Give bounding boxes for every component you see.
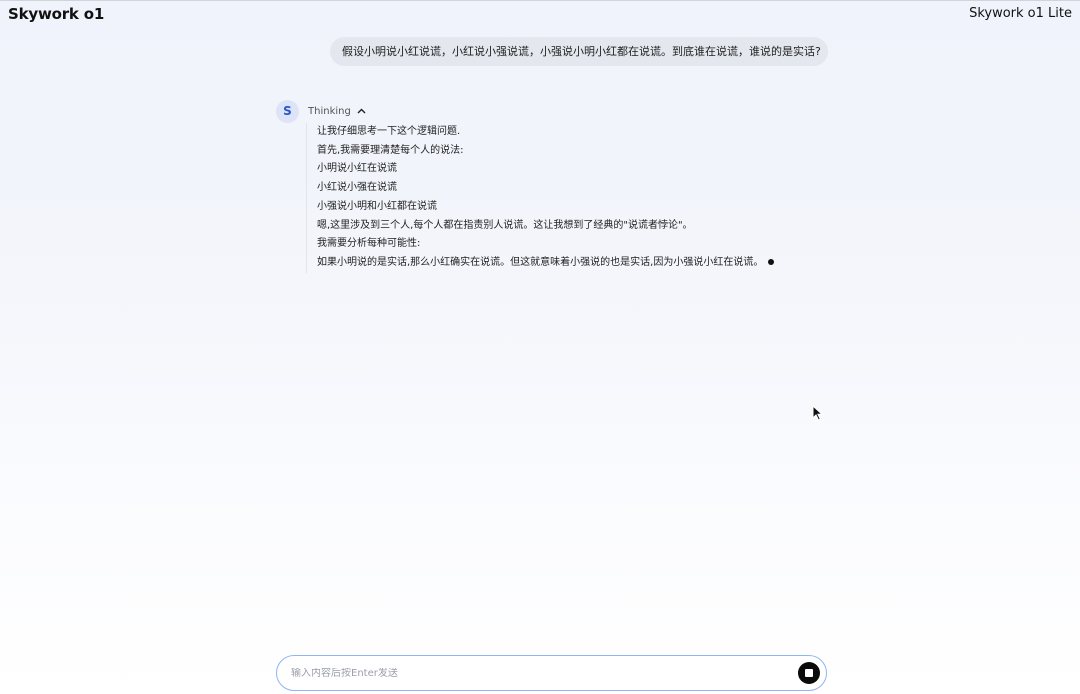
app-title: Skywork o1 [8, 5, 105, 23]
mouse-cursor-icon [812, 404, 824, 421]
chevron-up-icon [357, 106, 366, 117]
assistant-avatar: S [276, 100, 299, 123]
typing-indicator-icon [768, 258, 775, 265]
thinking-toggle[interactable]: Thinking [308, 104, 366, 118]
thinking-line: 我需要分析每种可能性: [317, 238, 421, 250]
thinking-line: 小强说小明和小红都在说谎 [317, 200, 437, 212]
model-label[interactable]: Skywork o1 Lite [969, 6, 1072, 21]
user-message-bubble: 假设小明说小红说谎，小红说小强说谎，小强说小明小红都在说谎。到底谁在说谎，谁说的… [330, 37, 828, 66]
thinking-line: 嗯,这里涉及到三个人,每个人都在指责别人说谎。这让我想到了经典的"说谎者悖论"。 [317, 219, 693, 231]
thinking-line: 小明说小红在说谎 [317, 163, 397, 175]
thinking-line: 让我仔细思考一下这个逻辑问题. [317, 126, 461, 137]
message-input[interactable] [291, 667, 798, 679]
stop-icon [805, 669, 813, 677]
thinking-line-text: 如果小明说的是实话,那么小红确实在说谎。但这就意味着小强说的也是实话,因为小强说… [317, 256, 764, 268]
thinking-line: 首先,我需要理清楚每个人的说法: [317, 144, 464, 156]
message-composer [276, 655, 827, 691]
stop-button[interactable] [798, 662, 820, 684]
thinking-line-last: 如果小明说的是实话,那么小红确实在说谎。但这就意味着小强说的也是实话,因为小强说… [317, 254, 786, 273]
thinking-content: 让我仔细思考一下这个逻辑问题. 首先,我需要理清楚每个人的说法: 小明说小红在说… [306, 123, 786, 273]
thinking-label: Thinking [308, 105, 351, 117]
thinking-line: 小红说小强在说谎 [317, 182, 397, 194]
